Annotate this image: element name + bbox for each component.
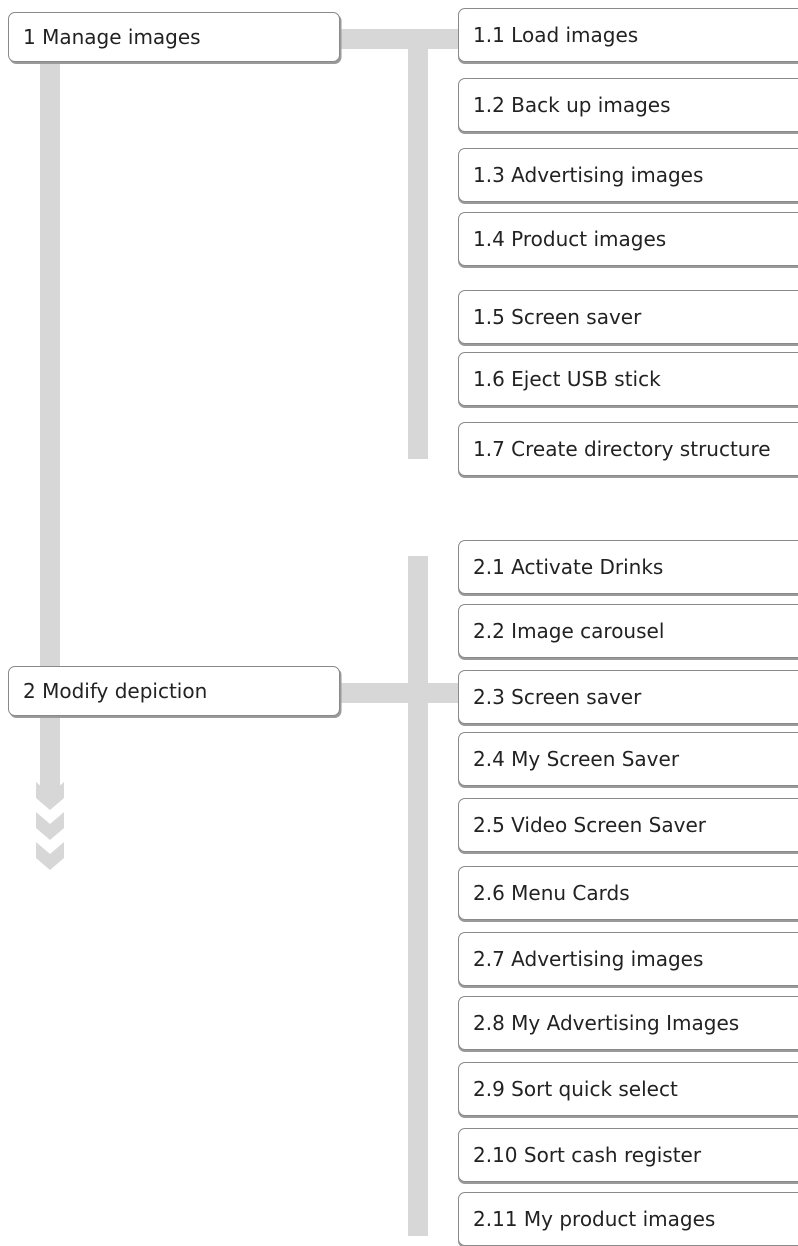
submenu-item[interactable]: 2.7 Advertising images: [458, 932, 798, 986]
submenu-item[interactable]: 1.5 Screen saver: [458, 290, 798, 344]
submenu-item[interactable]: 2.1 Activate Drinks: [458, 540, 798, 594]
submenu-item[interactable]: 2.8 My Advertising Images: [458, 996, 798, 1050]
submenu-item[interactable]: 2.2 Image carousel: [458, 604, 798, 658]
submenu-item[interactable]: 1.3 Advertising images: [458, 148, 798, 202]
chevron-down-icon: [36, 812, 64, 840]
submenu-item[interactable]: 1.1 Load images: [458, 8, 798, 62]
chevron-down-icon: [36, 842, 64, 870]
submenu-item[interactable]: 2.3 Screen saver: [458, 670, 798, 724]
submenu-item[interactable]: 2.6 Menu Cards: [458, 866, 798, 920]
submenu-item[interactable]: 2.11 My product images: [458, 1192, 798, 1246]
menu-2[interactable]: 2 Modify depiction: [8, 666, 340, 716]
chevron-down-icon: [36, 782, 64, 810]
submenu-item[interactable]: 2.10 Sort cash register: [458, 1128, 798, 1182]
submenu-item[interactable]: 2.5 Video Screen Saver: [458, 798, 798, 852]
submenu-item[interactable]: 2.9 Sort quick select: [458, 1062, 798, 1116]
submenu-item[interactable]: 1.4 Product images: [458, 212, 798, 266]
submenu-item[interactable]: 1.6 Eject USB stick: [458, 352, 798, 406]
submenu-item[interactable]: 1.2 Back up images: [458, 78, 798, 132]
menu-1[interactable]: 1 Manage images: [8, 12, 340, 62]
submenu-item[interactable]: 1.7 Create directory structure: [458, 422, 798, 476]
submenu-item[interactable]: 2.4 My Screen Saver: [458, 732, 798, 786]
